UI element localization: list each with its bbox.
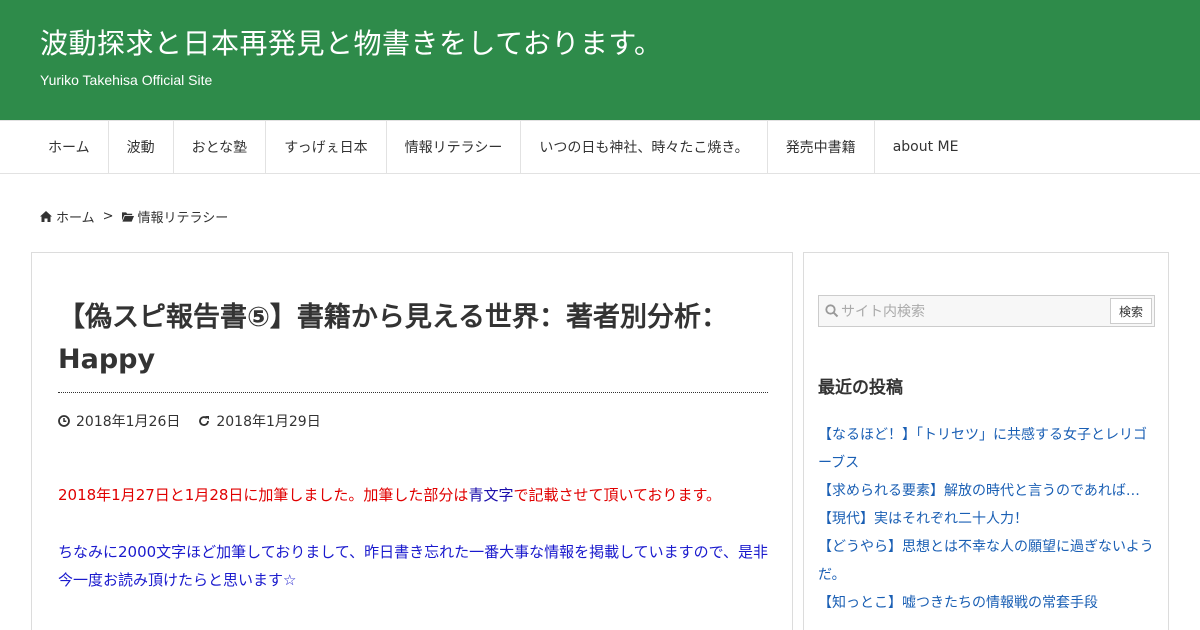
site-header: 波動探求と日本再発見と物書きをしております。 Yuriko Takehisa O… bbox=[0, 0, 1200, 120]
search-icon bbox=[825, 304, 839, 318]
home-icon bbox=[40, 211, 52, 222]
nav-item-home[interactable]: ホーム bbox=[30, 121, 109, 173]
notice-blue-word: 青文字 bbox=[468, 486, 514, 504]
nav-item-about[interactable]: about ME bbox=[875, 121, 977, 173]
breadcrumb-separator: > bbox=[102, 209, 114, 224]
site-description: Yuriko Takehisa Official Site bbox=[40, 72, 213, 88]
breadcrumb-category-label: 情報リテラシー bbox=[137, 211, 229, 226]
article-title: 【偽スピ報告書⑤】書籍から見える世界：著者別分析：Happy bbox=[58, 302, 729, 375]
breadcrumb-home[interactable]: ホーム bbox=[40, 207, 95, 226]
article-dates: 2018年1月26日 2018年1月29日 bbox=[58, 411, 321, 431]
search-form: 検索 bbox=[818, 295, 1155, 327]
breadcrumb-category[interactable]: 情報リテラシー bbox=[121, 207, 229, 226]
folder-open-icon bbox=[121, 212, 134, 222]
breadcrumb: ホーム > 情報リテラシー bbox=[40, 207, 228, 226]
recent-post-link[interactable]: 【現代】実はそれぞれ二十人力！ bbox=[818, 505, 1158, 533]
notice-red-a: 2018年1月27日と1月28日に加筆しました。加筆した部分は bbox=[58, 486, 469, 504]
recent-posts-list: 【なるほど！】「トリセツ」に共感する女子とレリゴーブス 【求められる要素】解放の… bbox=[818, 421, 1158, 617]
recent-post-link[interactable]: 【知っとこ】嘘つきたちの情報戦の常套手段 bbox=[818, 589, 1158, 617]
recent-post-link[interactable]: 【求められる要素】解放の時代と言うのであれば… bbox=[818, 477, 1158, 505]
nav-item-info-literacy[interactable]: 情報リテラシー bbox=[387, 121, 522, 173]
search-button[interactable]: 検索 bbox=[1110, 298, 1152, 324]
site-title[interactable]: 波動探求と日本再発見と物書きをしております。 bbox=[40, 22, 663, 62]
recent-posts-heading: 最近の投稿 bbox=[818, 378, 903, 398]
addendum-paragraph: ちなみに2000文字ほど加筆しておりまして、昨日書き忘れた一番大事な情報を掲載し… bbox=[58, 543, 769, 589]
refresh-icon bbox=[199, 416, 210, 426]
nav-item-otonajuku[interactable]: おとな塾 bbox=[174, 121, 267, 173]
notice-paragraph: 2018年1月27日と1月28日に加筆しました。加筆した部分は青文字で記載させて… bbox=[58, 483, 770, 507]
published-date: 2018年1月26日 bbox=[76, 414, 181, 430]
global-nav: ホーム 波動 おとな塾 すっげぇ日本 情報リテラシー いつの日も神社、時々たこ焼… bbox=[0, 120, 1200, 174]
title-divider bbox=[58, 392, 768, 393]
sidebar: 検索 最近の投稿 【なるほど！】「トリセツ」に共感する女子とレリゴーブス 【求め… bbox=[803, 252, 1169, 630]
clock-icon bbox=[58, 415, 70, 427]
nav-item-books[interactable]: 発売中書籍 bbox=[768, 121, 875, 173]
notice-red-b: で記載させて頂いております。 bbox=[513, 486, 722, 504]
recent-post-link[interactable]: 【どうやら】思想とは不幸な人の願望に過ぎないようだ。 bbox=[818, 533, 1158, 589]
recent-post-link[interactable]: 【なるほど！】「トリセツ」に共感する女子とレリゴーブス bbox=[818, 421, 1158, 477]
breadcrumb-home-label: ホーム bbox=[56, 211, 95, 226]
search-input[interactable] bbox=[841, 300, 1101, 324]
nav-item-jinja[interactable]: いつの日も神社、時々たこ焼き。 bbox=[521, 121, 768, 173]
nav-item-hado[interactable]: 波動 bbox=[109, 121, 174, 173]
nav-item-sugee-nihon[interactable]: すっげぇ日本 bbox=[266, 121, 387, 173]
article-main: 【偽スピ報告書⑤】書籍から見える世界：著者別分析：Happy 2018年1月26… bbox=[31, 252, 793, 630]
updated-date: 2018年1月29日 bbox=[216, 414, 321, 430]
